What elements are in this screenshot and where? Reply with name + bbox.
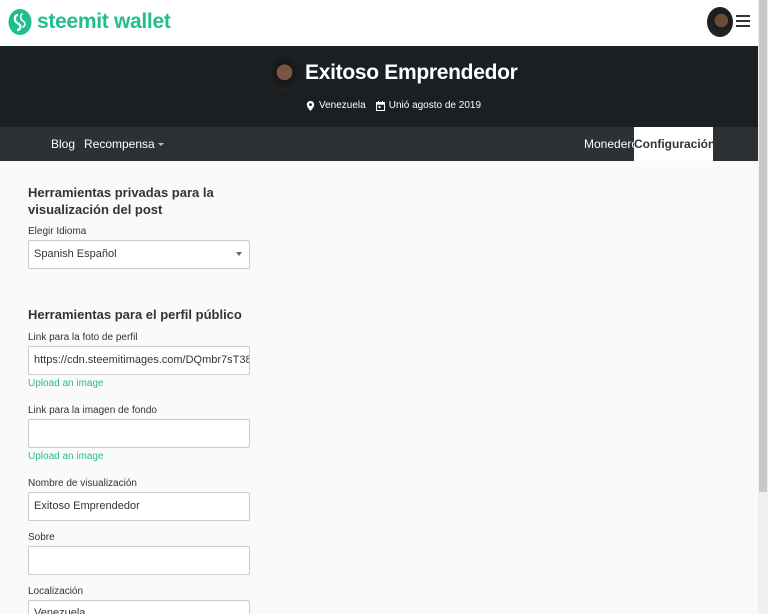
profile-pic-input[interactable]: https://cdn.steemitimages.com/DQmbr7sT38… <box>28 346 250 375</box>
location-input[interactable]: Venezuela <box>28 600 250 614</box>
language-select-value: Spanish Español <box>34 248 117 260</box>
user-avatar[interactable] <box>707 7 733 37</box>
profile-header: Exitoso Emprendedor Venezuela Unió agost… <box>0 46 758 127</box>
hamburger-icon[interactable] <box>736 15 750 27</box>
nav-blog[interactable]: Blog <box>51 137 75 151</box>
top-bar: steemit wallet <box>0 0 758 46</box>
language-select[interactable]: Spanish Español <box>28 240 250 269</box>
steemit-logo-icon <box>8 9 32 35</box>
map-pin-icon <box>306 100 315 111</box>
nav-rewards-label: Recompensa <box>84 137 155 151</box>
nav-wallet[interactable]: Monedero <box>584 137 638 151</box>
private-tools-title: Herramientas privadas para la visualizac… <box>28 185 214 217</box>
chevron-down-icon <box>157 143 164 147</box>
upload-profile-image-link[interactable]: Upload an image <box>28 378 104 389</box>
profile-pic-label: Link para la foto de perfil <box>28 332 138 343</box>
nav-settings-tab[interactable]: Configuración <box>634 127 715 161</box>
profile-avatar <box>268 57 298 91</box>
display-name-input[interactable]: Exitoso Emprendedor <box>28 492 250 521</box>
select-arrow-icon <box>236 252 242 256</box>
about-label: Sobre <box>28 532 55 543</box>
cover-image-input[interactable] <box>28 419 250 448</box>
profile-joined: Unió agosto de 2019 <box>375 100 482 111</box>
public-profile-title: Herramientas para el perfil público <box>28 307 242 322</box>
profile-location-text: Venezuela <box>319 100 366 111</box>
upload-cover-image-link[interactable]: Upload an image <box>28 451 104 462</box>
cover-image-label: Link para la imagen de fondo <box>28 405 157 416</box>
calendar-icon <box>375 100 385 111</box>
hamburger-line <box>736 20 750 22</box>
page-scrollbar[interactable] <box>758 0 768 614</box>
scrollbar-thumb[interactable] <box>759 0 767 492</box>
display-name-label: Nombre de visualización <box>28 478 137 489</box>
profile-name: Exitoso Emprendedor <box>305 61 518 84</box>
steemit-wallet-logo[interactable]: steemit wallet <box>8 8 171 36</box>
hamburger-line <box>736 25 750 27</box>
profile-nav: Blog Recompensa Monedero Configuración <box>0 127 758 161</box>
about-input[interactable] <box>28 546 250 575</box>
profile-joined-text: Unió agosto de 2019 <box>388 100 482 111</box>
language-label: Elegir Idioma <box>28 226 87 237</box>
hamburger-line <box>736 15 750 17</box>
profile-location: Venezuela <box>306 100 366 111</box>
logo-text: steemit wallet <box>37 10 171 33</box>
nav-rewards-dropdown[interactable]: Recompensa <box>84 137 164 151</box>
location-label: Localización <box>28 586 84 597</box>
profile-meta: Venezuela Unió agosto de 2019 <box>306 100 481 111</box>
